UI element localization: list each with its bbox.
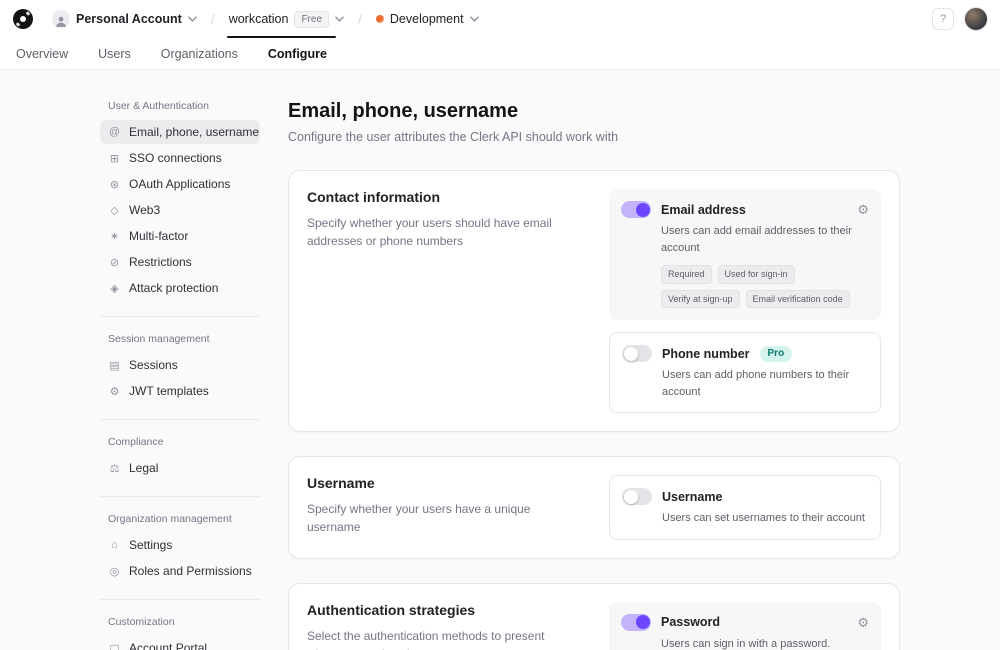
help-button[interactable]: ? xyxy=(932,8,954,30)
panel-description: Users can sign in with a password. Passw… xyxy=(661,636,869,650)
tab-users[interactable]: Users xyxy=(96,41,133,67)
email-address-toggle[interactable] xyxy=(621,201,651,218)
contact-information-card: Contact information Specify whether your… xyxy=(288,170,900,432)
tab-overview[interactable]: Overview xyxy=(14,41,70,67)
sidebar-item-email-phone-username[interactable]: @ Email, phone, username xyxy=(100,120,260,144)
settings-sidebar: User & Authentication @ Email, phone, us… xyxy=(100,100,260,650)
restrictions-lock-icon: ⊘ xyxy=(108,256,121,269)
sidebar-item-oauth-applications[interactable]: ⊛ OAuth Applications xyxy=(100,172,260,196)
sessions-icon: ▤ xyxy=(108,359,121,372)
email-badges: Required Used for sign-in Verify at sign… xyxy=(661,265,869,308)
page-title: Email, phone, username xyxy=(288,100,900,123)
sidebar-section-title: Customization xyxy=(108,616,260,628)
card-description: Specify whether your users have a unique… xyxy=(307,500,573,536)
sidebar-item-jwt-templates[interactable]: ⚙ JWT templates xyxy=(100,379,260,403)
tab-bar: Overview Users Organizations Configure xyxy=(0,38,1000,70)
panel-description: Users can add email addresses to their a… xyxy=(661,223,869,256)
breadcrumb-separator: / xyxy=(358,11,362,27)
sidebar-section-title: Compliance xyxy=(108,436,260,448)
sidebar-item-legal[interactable]: ⚖ Legal xyxy=(100,456,260,480)
jwt-templates-icon: ⚙ xyxy=(108,385,121,398)
sidebar-item-web3[interactable]: ◇ Web3 xyxy=(100,198,260,222)
settings-gear-icon[interactable]: ⚙ xyxy=(857,616,869,629)
multi-factor-icon: ✶ xyxy=(108,230,121,243)
authentication-strategies-card: Authentication strategies Select the aut… xyxy=(288,583,900,650)
attribute-badge: Required xyxy=(661,265,712,284)
panel-title: Phone number xyxy=(662,347,750,361)
settings-gear-icon[interactable]: ⚙ xyxy=(857,203,869,216)
scales-icon: ⚖ xyxy=(108,462,121,475)
sidebar-section-title: User & Authentication xyxy=(108,100,260,112)
username-toggle[interactable] xyxy=(622,488,652,505)
chevron-down-icon xyxy=(335,16,344,22)
password-panel: Password ⚙ Users can sign in with a pass… xyxy=(609,602,881,650)
username-card: Username Specify whether your users have… xyxy=(288,456,900,559)
panel-title: Username xyxy=(662,490,722,504)
sidebar-item-roles-permissions[interactable]: ◎ Roles and Permissions xyxy=(100,559,260,583)
panel-description: Users can set usernames to their account xyxy=(662,510,868,527)
attribute-badge: Verify at sign-up xyxy=(661,290,740,309)
account-avatar-icon xyxy=(52,10,70,28)
chevron-down-icon xyxy=(470,16,479,22)
environment-label: Development xyxy=(390,12,464,26)
roles-icon: ◎ xyxy=(108,565,121,578)
sidebar-item-sso-connections[interactable]: ⊞ SSO connections xyxy=(100,146,260,170)
sidebar-item-account-portal[interactable]: ▢ Account Portal xyxy=(100,636,260,650)
page-subtitle: Configure the user attributes the Clerk … xyxy=(288,130,900,144)
at-sign-icon: @ xyxy=(108,126,121,138)
org-settings-icon: ⌂ xyxy=(108,539,121,551)
attribute-badge: Used for sign-in xyxy=(718,265,795,284)
account-portal-icon: ▢ xyxy=(108,642,121,650)
sidebar-item-sessions[interactable]: ▤ Sessions xyxy=(100,353,260,377)
user-avatar[interactable] xyxy=(964,7,988,31)
sidebar-item-restrictions[interactable]: ⊘ Restrictions xyxy=(100,250,260,274)
sidebar-section-title: Organization management xyxy=(108,513,260,525)
card-title: Username xyxy=(307,475,573,491)
top-bar: Personal Account / workcation Free / Dev… xyxy=(0,0,1000,38)
clerk-logo[interactable] xyxy=(12,8,34,30)
username-panel: Username Users can set usernames to thei… xyxy=(609,475,881,540)
sidebar-divider xyxy=(100,316,260,317)
shield-icon: ◈ xyxy=(108,282,121,295)
environment-dot-icon xyxy=(376,15,384,23)
sidebar-item-multi-factor[interactable]: ✶ Multi-factor xyxy=(100,224,260,248)
attribute-badge: Email verification code xyxy=(746,290,850,309)
email-address-panel: Email address ⚙ Users can add email addr… xyxy=(609,189,881,320)
card-title: Authentication strategies xyxy=(307,602,573,618)
web3-icon: ◇ xyxy=(108,204,121,217)
plan-badge: Free xyxy=(294,11,329,28)
account-label: Personal Account xyxy=(76,12,182,26)
tab-configure[interactable]: Configure xyxy=(266,41,329,67)
sidebar-section-title: Session management xyxy=(108,333,260,345)
breadcrumb-separator: / xyxy=(211,11,215,27)
card-description: Specify whether your users should have e… xyxy=(307,214,573,250)
panel-title: Password xyxy=(661,615,720,629)
breadcrumb-project[interactable]: workcation Free xyxy=(223,8,350,31)
chevron-down-icon xyxy=(188,16,197,22)
password-toggle[interactable] xyxy=(621,614,651,631)
breadcrumb-environment[interactable]: Development xyxy=(370,9,485,29)
phone-number-toggle[interactable] xyxy=(622,345,652,362)
sidebar-item-settings[interactable]: ⌂ Settings xyxy=(100,533,260,557)
panel-title: Email address xyxy=(661,203,746,217)
card-description: Select the authentication methods to pre… xyxy=(307,627,573,650)
panel-description: Users can add phone numbers to their acc… xyxy=(662,367,868,400)
oauth-icon: ⊛ xyxy=(108,178,121,191)
sidebar-divider xyxy=(100,496,260,497)
phone-number-panel: Phone number Pro Users can add phone num… xyxy=(609,332,881,413)
sso-icon: ⊞ xyxy=(108,152,121,165)
project-label: workcation xyxy=(229,12,289,26)
sidebar-divider xyxy=(100,599,260,600)
sidebar-divider xyxy=(100,419,260,420)
card-title: Contact information xyxy=(307,189,573,205)
pro-badge: Pro xyxy=(760,346,793,362)
main-content: Email, phone, username Configure the use… xyxy=(288,100,900,650)
tab-organizations[interactable]: Organizations xyxy=(159,41,240,67)
breadcrumb-personal-account[interactable]: Personal Account xyxy=(46,7,203,31)
sidebar-item-attack-protection[interactable]: ◈ Attack protection xyxy=(100,276,260,300)
